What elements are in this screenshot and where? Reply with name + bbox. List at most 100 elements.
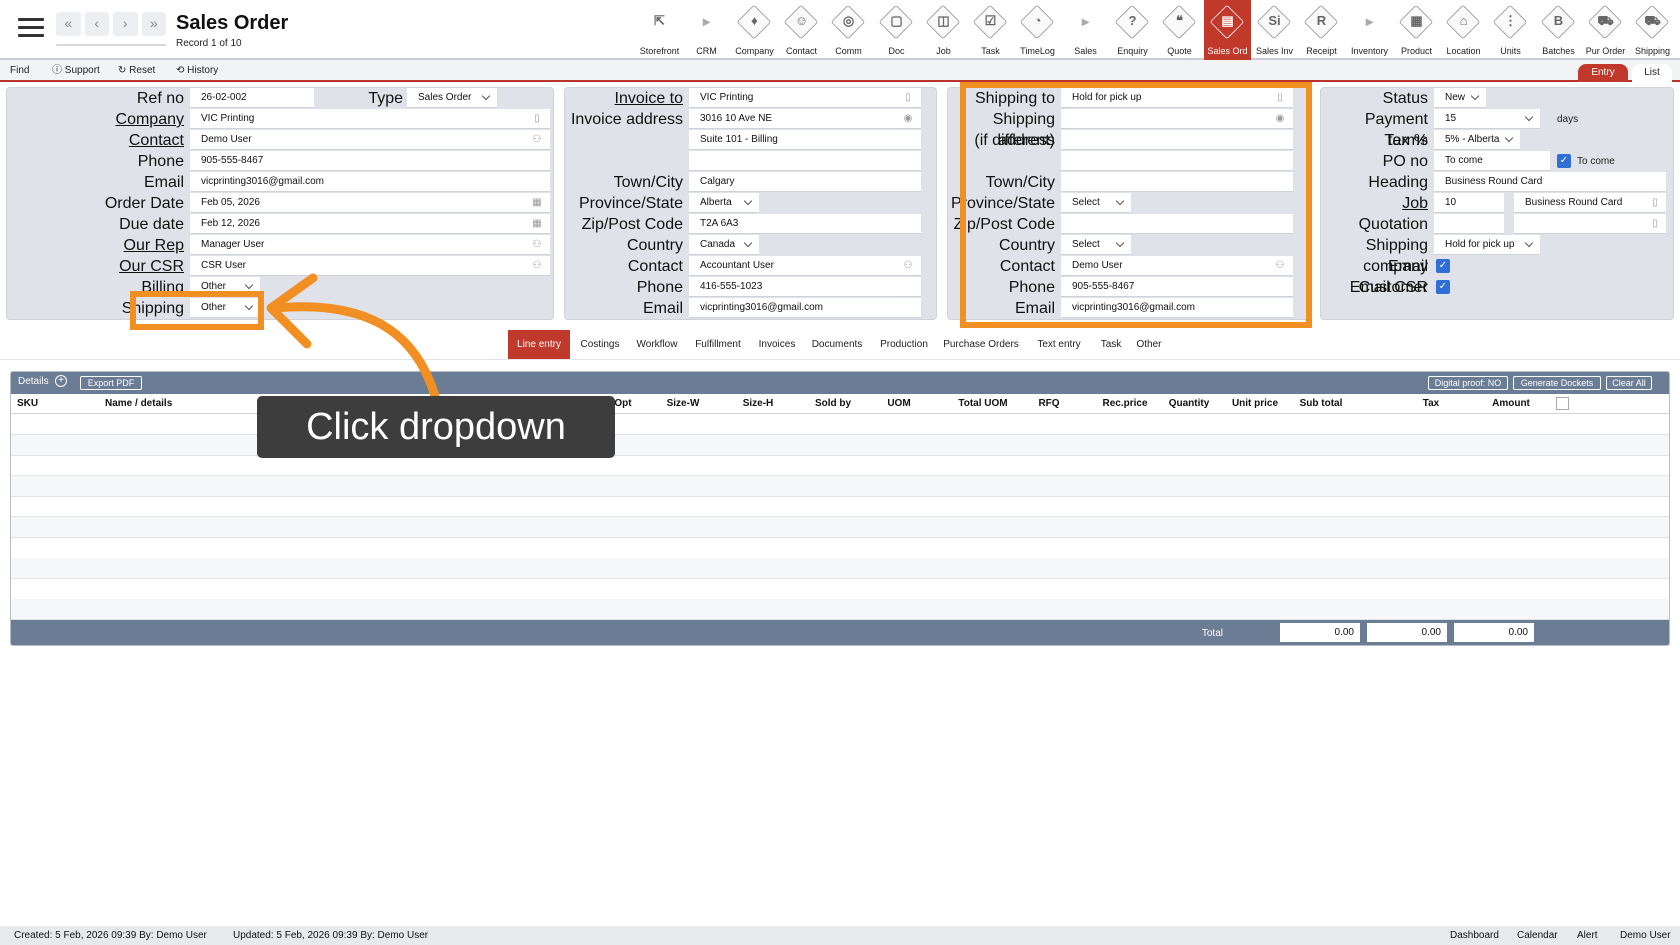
add-icon[interactable]: + [55, 375, 67, 387]
email-csr-checkbox[interactable]: ✓ [1436, 280, 1450, 294]
next-record-button[interactable]: › [113, 12, 138, 36]
document-icon[interactable]: ▯ [1650, 218, 1660, 229]
job-description-field[interactable]: Business Round Card ▯ [1514, 193, 1666, 213]
tab-invoices[interactable]: Invoices [754, 330, 800, 359]
document-icon[interactable]: ▯ [1650, 197, 1660, 208]
order-date-field[interactable]: Feb 05, 2026 ▦ [190, 193, 550, 213]
tab-list[interactable]: List [1632, 64, 1672, 82]
column-sold-by[interactable]: Sold by [803, 394, 863, 414]
tab-documents[interactable]: Documents [808, 330, 866, 359]
module-quote[interactable]: ❝ Quote [1156, 0, 1203, 60]
person-icon[interactable]: ⚇ [903, 260, 913, 271]
calendar-icon[interactable]: ▦ [532, 218, 542, 229]
table-row[interactable] [11, 599, 1669, 621]
module-batches[interactable]: B Batches [1535, 0, 1582, 60]
module-units[interactable]: ⋮ Units [1487, 0, 1534, 60]
alert-link[interactable]: Alert [1577, 926, 1598, 945]
clear-all-button[interactable]: Clear All [1606, 376, 1652, 390]
table-row[interactable] [11, 558, 1669, 580]
company-link[interactable]: Company [7, 109, 184, 130]
table-row[interactable] [11, 538, 1669, 559]
table-row[interactable] [11, 475, 1669, 497]
quotation-description-field[interactable]: ▯ [1514, 214, 1666, 234]
contact-link[interactable]: Contact [7, 130, 184, 151]
job-link[interactable]: Job [1321, 193, 1428, 214]
first-record-button[interactable]: « [56, 12, 81, 36]
tab-costings[interactable]: Costings [572, 330, 628, 359]
module-receipt[interactable]: R Receipt [1298, 0, 1345, 60]
invoice-address-field[interactable]: 3016 10 Ave NE ◉ [689, 109, 921, 129]
previous-record-button[interactable]: ‹ [84, 12, 109, 36]
person-icon[interactable]: ⚇ [532, 239, 542, 250]
module-timelog[interactable]: ◔ TimeLog [1014, 0, 1061, 60]
module-doc[interactable]: ▢ Doc [873, 0, 920, 60]
menu-icon[interactable] [18, 18, 44, 38]
support-button[interactable]: ⓘ Support [46, 63, 106, 79]
tab-production[interactable]: Production [876, 330, 932, 359]
module-storefront[interactable]: ⇱ Storefront [636, 0, 683, 60]
calendar-link[interactable]: Calendar [1517, 926, 1558, 945]
payment-terms-select[interactable]: 15 [1434, 109, 1540, 129]
module-sales[interactable]: ▸ Sales [1062, 0, 1109, 60]
tab-fulfillment[interactable]: Fulfillment [690, 330, 746, 359]
country-select[interactable]: Canada [689, 235, 759, 255]
column-rec-price[interactable]: Rec.price [1095, 394, 1155, 414]
column-uom[interactable]: UOM [879, 394, 919, 414]
column-sku[interactable]: SKU [17, 394, 77, 414]
history-button[interactable]: ⟲ History [170, 63, 224, 79]
column-name-details[interactable]: Name / details [105, 394, 185, 414]
person-icon[interactable]: ⚇ [532, 260, 542, 271]
calendar-icon[interactable]: ▦ [532, 197, 542, 208]
type-select[interactable]: Sales Order [407, 88, 497, 108]
tab-purchase-orders[interactable]: Purchase Orders [941, 330, 1021, 359]
invoice-phone-field[interactable]: 416-555-1023 [689, 277, 921, 297]
quotation-field[interactable] [1434, 214, 1504, 234]
module-product[interactable]: ▦ Product [1393, 0, 1440, 60]
dashboard-link[interactable]: Dashboard [1450, 926, 1499, 945]
invoice-to-link[interactable]: Invoice to [565, 88, 683, 109]
email-customer-checkbox[interactable]: ✓ [1436, 259, 1450, 273]
module-enquiry[interactable]: ? Enquiry [1109, 0, 1156, 60]
column-quantity[interactable]: Quantity [1161, 394, 1217, 414]
po-to-come-checkbox[interactable]: ✓ [1557, 154, 1571, 168]
column-size-w[interactable]: Size-W [653, 394, 713, 414]
town-field[interactable]: Calgary [689, 172, 921, 192]
company-field[interactable]: VIC Printing ▯ [190, 109, 550, 129]
column-sub-total[interactable]: Sub total [1291, 394, 1351, 414]
heading-field[interactable]: Business Round Card [1434, 172, 1666, 192]
module-crm[interactable]: ▸ CRM [683, 0, 730, 60]
user-link[interactable]: Demo User [1620, 926, 1671, 945]
module-location[interactable]: ⌂ Location [1440, 0, 1487, 60]
document-icon[interactable]: ▯ [903, 92, 913, 103]
po-no-field[interactable]: To come [1434, 151, 1550, 171]
column-unit-price[interactable]: Unit price [1225, 394, 1285, 414]
invoice-to-field[interactable]: VIC Printing ▯ [689, 88, 921, 108]
person-icon[interactable]: ⚇ [532, 134, 542, 145]
province-select[interactable]: Alberta [689, 193, 759, 213]
invoice-address-line2-field[interactable]: Suite 101 - Billing [689, 130, 921, 150]
tab-task[interactable]: Task [1096, 330, 1126, 359]
module-job[interactable]: ◫ Job [920, 0, 967, 60]
ref-no-field[interactable]: 26-02-002 [190, 88, 314, 108]
column-total-uom[interactable]: Total UOM [953, 394, 1013, 414]
generate-dockets-button[interactable]: Generate Dockets [1513, 376, 1601, 390]
column-amount[interactable]: Amount [1481, 394, 1541, 414]
invoice-address-line3-field[interactable] [689, 151, 921, 171]
document-icon[interactable]: ▯ [532, 113, 542, 124]
module-task[interactable]: ☑ Task [967, 0, 1014, 60]
module-sales-inv[interactable]: Si Sales Inv [1251, 0, 1298, 60]
module-sales-ord[interactable]: ▤ Sales Ord [1204, 0, 1251, 60]
invoice-contact-field[interactable]: Accountant User ⚇ [689, 256, 921, 276]
job-field[interactable]: 10 [1434, 193, 1504, 213]
table-row[interactable] [11, 579, 1669, 600]
column-rfq[interactable]: RFQ [1029, 394, 1069, 414]
find-button[interactable]: Find [4, 63, 35, 79]
tab-line-entry[interactable]: Line entry [508, 330, 570, 359]
reset-button[interactable]: ↻ Reset [112, 63, 161, 79]
digital-proof-button[interactable]: Digital proof: NO [1428, 376, 1508, 390]
module-comm[interactable]: ◎ Comm [825, 0, 872, 60]
module-shipping[interactable]: ⛟ Shipping [1629, 0, 1676, 60]
status-select[interactable]: New [1434, 88, 1486, 108]
column-tax[interactable]: Tax [1411, 394, 1451, 414]
zip-field[interactable]: T2A 6A3 [689, 214, 921, 234]
